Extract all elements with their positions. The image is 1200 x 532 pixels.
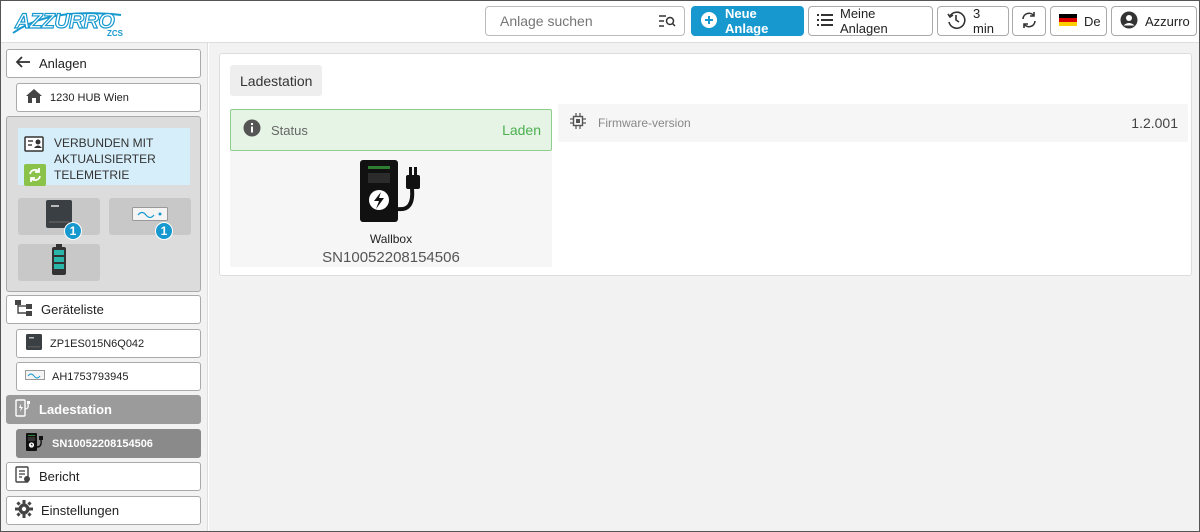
report-button[interactable]: Bericht	[6, 462, 201, 491]
charger-serial: SN10052208154506	[52, 437, 153, 450]
charging-station-icon	[15, 399, 31, 420]
wallbox-charger-icon	[358, 159, 424, 228]
svg-text:AZZURRO: AZZURRO	[14, 10, 114, 33]
settings-button[interactable]: Einstellungen	[6, 496, 201, 525]
refresh-interval-label: 3 min	[973, 6, 994, 36]
history-clock-icon	[946, 10, 966, 33]
search-icon[interactable]	[658, 13, 676, 34]
telemetry-status: VERBUNDEN MIT AKTUALISIERTER TELEMETRIE	[18, 128, 190, 186]
device-name: Wallbox	[369, 232, 413, 246]
report-label: Bericht	[39, 469, 80, 484]
charging-station-card: Ladestation Status Laden Wallbox SN10052…	[219, 53, 1192, 276]
plant-name: 1230 HUB Wien	[50, 91, 129, 104]
user-menu-button[interactable]: Azzurro	[1111, 6, 1197, 36]
user-name: Azzurro	[1145, 13, 1190, 29]
telemetry-status-text: VERBUNDEN MIT AKTUALISIERTER TELEMETRIE	[54, 136, 156, 182]
home-icon	[25, 88, 43, 107]
charging-station-label: Ladestation	[39, 402, 112, 417]
new-plant-button[interactable]: Neue Anlage	[691, 6, 804, 36]
list-icon	[817, 13, 833, 29]
wallbox-panel: Wallbox SN10052208154506	[230, 151, 552, 267]
main-content: Ladestation Status Laden Wallbox SN10052…	[209, 43, 1199, 531]
plant-name-item[interactable]: 1230 HUB Wien	[16, 83, 201, 112]
charging-status: Status Laden	[230, 109, 552, 151]
device-item-meter[interactable]: AH1753793945	[16, 362, 201, 391]
meter-tile[interactable]: 1	[109, 198, 191, 240]
gear-icon	[15, 500, 33, 521]
status-value: Laden	[502, 122, 541, 138]
language-label: De	[1084, 13, 1101, 29]
charger-item[interactable]: SN10052208154506	[16, 429, 201, 458]
page-title: Ladestation	[230, 65, 323, 96]
battery-icon	[51, 244, 67, 281]
language-button[interactable]: De	[1050, 6, 1107, 36]
firmware-row: Firmware-version 1.2.001	[558, 104, 1188, 142]
new-plant-label: Neue Anlage	[725, 6, 769, 36]
user-avatar-icon	[1120, 11, 1138, 32]
inverter-tile[interactable]: 1	[18, 198, 100, 240]
info-icon	[243, 119, 261, 142]
battery-tile[interactable]	[18, 244, 100, 281]
charging-station-button[interactable]: Ladestation	[6, 395, 201, 424]
inverter-count-badge: 1	[64, 222, 82, 240]
hierarchy-icon	[15, 300, 33, 319]
app-window: AZZURRO ZCS Neue Anlage	[0, 0, 1200, 532]
wallbox-small-icon	[25, 432, 45, 455]
device-serial: ZP1ES015N6Q042	[50, 337, 145, 350]
device-item-inverter[interactable]: ZP1ES015N6Q042	[16, 329, 201, 358]
sync-status-icon	[24, 164, 46, 191]
device-serial: SN10052208154506	[322, 249, 460, 266]
search-input[interactable]	[486, 7, 646, 35]
settings-label: Einstellungen	[41, 503, 120, 518]
my-plants-button[interactable]: Meine Anlagen	[808, 6, 933, 36]
meter-count-badge: 1	[155, 222, 173, 240]
sync-button[interactable]	[1012, 6, 1046, 36]
connection-card-icon	[24, 134, 46, 159]
german-flag-icon	[1059, 13, 1077, 29]
report-icon	[15, 466, 31, 487]
arrow-left-icon	[15, 55, 31, 72]
firmware-value: 1.2.001	[1131, 115, 1178, 131]
refresh-interval-button[interactable]: 3 min	[937, 6, 1009, 36]
device-serial: AH1753793945	[52, 370, 129, 383]
plant-search[interactable]	[485, 6, 685, 36]
plus-icon	[700, 11, 718, 32]
firmware-label: Firmware-version	[598, 116, 691, 130]
azzurro-logo[interactable]: AZZURRO ZCS	[9, 5, 127, 39]
sidebar: Anlagen 1230 HUB Wien VERBUNDEN MIT AKTU…	[1, 43, 208, 531]
device-list-label: Geräteliste	[41, 302, 104, 317]
back-label: Anlagen	[39, 56, 87, 71]
meter-small-icon	[25, 370, 45, 383]
plant-status-box: VERBUNDEN MIT AKTUALISIERTER TELEMETRIE …	[6, 116, 201, 292]
chip-icon	[570, 112, 586, 134]
status-label: Status	[271, 122, 308, 138]
back-to-plants-button[interactable]: Anlagen	[6, 49, 201, 78]
my-plants-label: Meine Anlagen	[840, 6, 888, 36]
inverter-small-icon	[25, 333, 43, 354]
svg-text:ZCS: ZCS	[107, 29, 124, 38]
sync-icon	[1019, 10, 1039, 33]
top-bar: AZZURRO ZCS Neue Anlage	[1, 1, 1199, 43]
device-list-button[interactable]: Geräteliste	[6, 295, 201, 324]
